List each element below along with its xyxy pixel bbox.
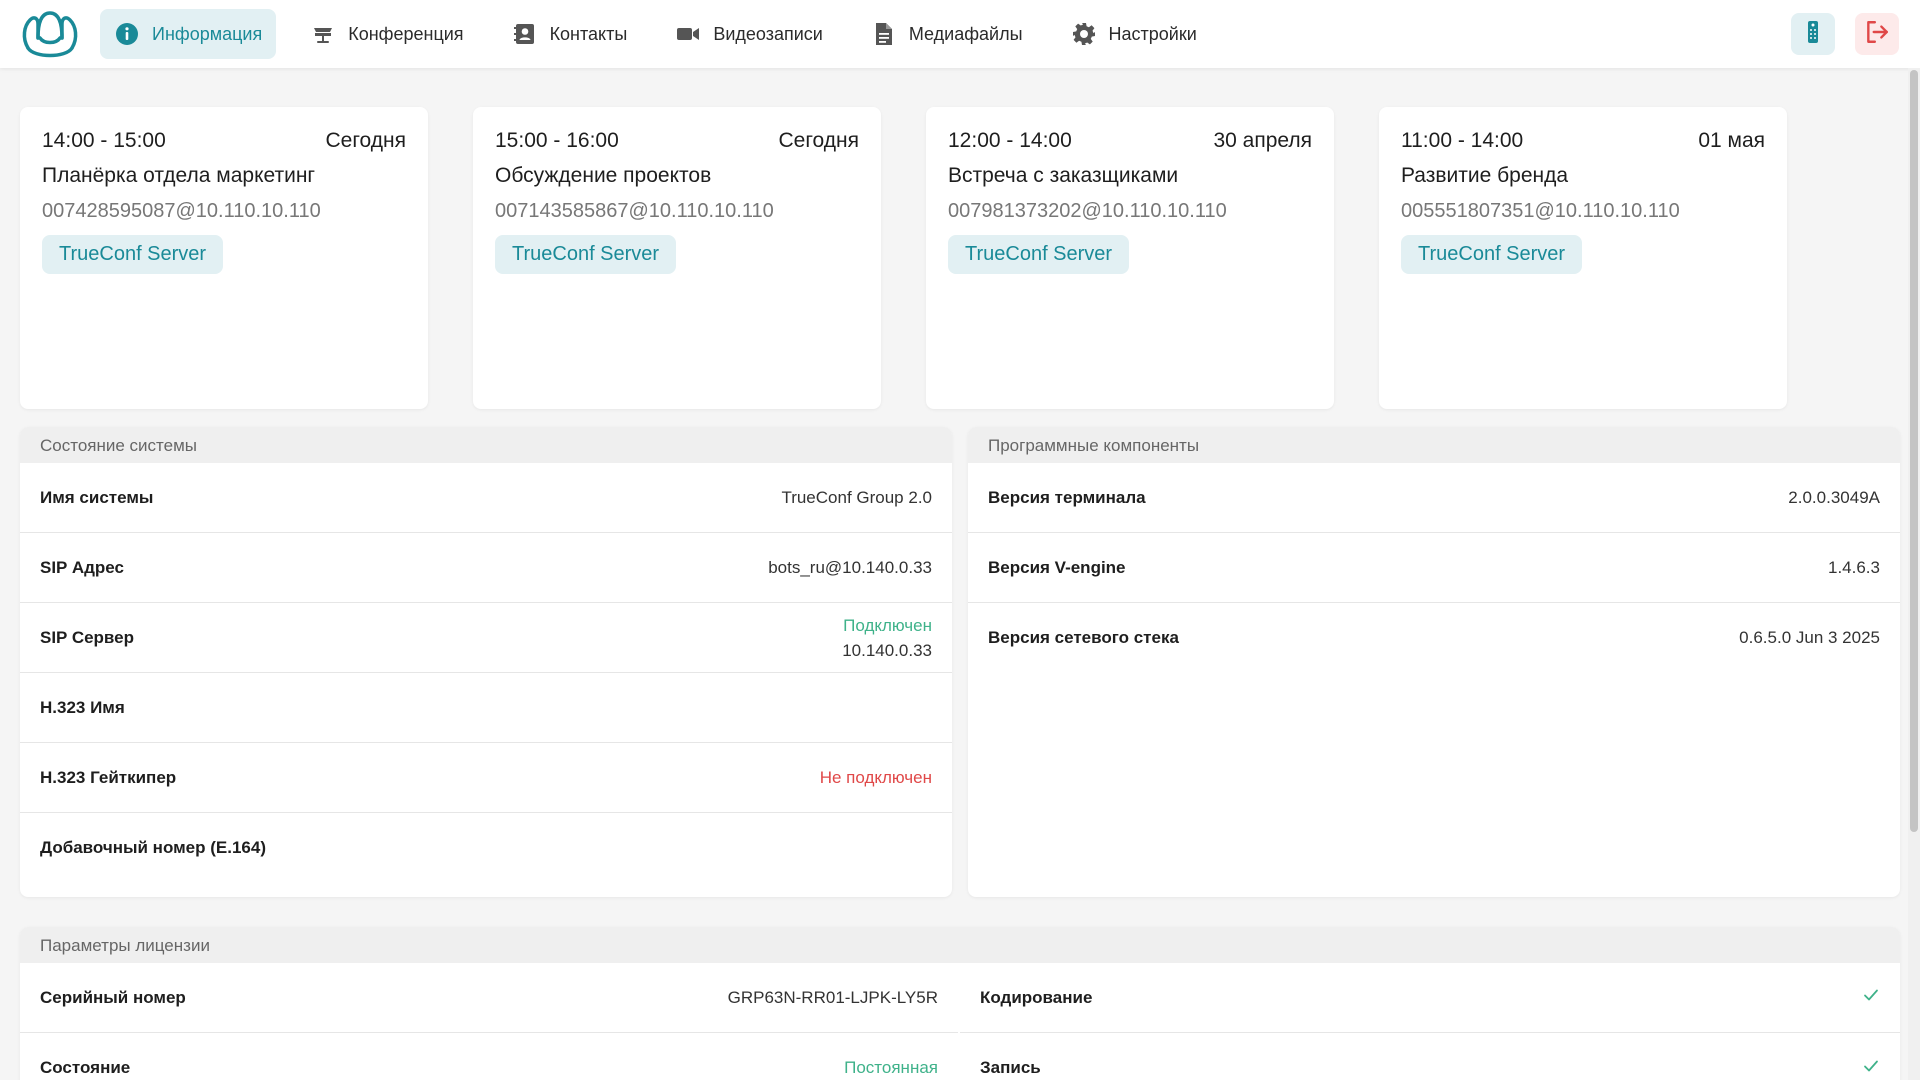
conference-icon xyxy=(310,21,336,47)
conference-card[interactable]: 15:00 - 16:00 Сегодня Обсуждение проекто… xyxy=(473,107,881,409)
panel-header: Состояние системы xyxy=(20,427,952,463)
conference-card[interactable]: 14:00 - 15:00 Сегодня Планёрка отдела ма… xyxy=(20,107,428,409)
info-row: SIP Адрес bots_ru@10.140.0.33 xyxy=(20,533,952,603)
server-badge[interactable]: TrueConf Server xyxy=(948,235,1130,274)
tab-information-label: Информация xyxy=(152,23,263,44)
row-value: 1.4.6.3 xyxy=(1828,557,1880,577)
conference-title: Развитие бренда xyxy=(1401,164,1569,187)
license-left-column: Серийный номер GRP63N-RR01-LJPK-LY5R Сос… xyxy=(20,963,960,1080)
conference-id: 007143585867@10.110.10.110 xyxy=(495,200,774,222)
tab-contacts[interactable]: Контакты xyxy=(498,9,642,59)
checkmark-icon xyxy=(1862,986,1880,1009)
row-label: Версия V-engine xyxy=(988,557,1126,577)
conference-date: Сегодня xyxy=(325,129,406,152)
conference-date: Сегодня xyxy=(778,129,859,152)
tab-contacts-label: Контакты xyxy=(549,23,628,44)
logout-icon xyxy=(1864,19,1890,50)
main-nav: Информация Конференция Контакты Видеозап… xyxy=(100,9,1231,59)
tab-settings[interactable]: Настройки xyxy=(1057,9,1211,59)
conference-time: 11:00 - 14:00 xyxy=(1401,129,1524,152)
row-value: bots_ru@10.140.0.33 xyxy=(768,557,932,577)
row-value: 2.0.0.3049A xyxy=(1788,487,1880,507)
tab-media-files[interactable]: Медиафайлы xyxy=(857,9,1037,59)
row-label: Кодирование xyxy=(980,987,1093,1007)
tab-settings-label: Настройки xyxy=(1108,23,1197,44)
row-value: 0.6.5.0 Jun 3 2025 xyxy=(1739,628,1880,647)
connection-status: Подключен xyxy=(843,615,932,635)
conference-time: 12:00 - 14:00 xyxy=(948,129,1072,152)
row-label: H.323 Имя xyxy=(40,697,125,717)
info-row: SIP Сервер Подключен 10.140.0.33 xyxy=(20,603,952,673)
info-row: H.323 Имя xyxy=(20,673,952,743)
sip-server-value: Подключен 10.140.0.33 xyxy=(842,613,932,663)
connection-status: Не подключен xyxy=(819,767,932,787)
license-panel: Параметры лицензии Серийный номер GRP63N… xyxy=(20,927,1900,1080)
contacts-icon xyxy=(512,21,538,47)
license-status: Постоянная xyxy=(844,1058,938,1077)
tab-media-files-label: Медиафайлы xyxy=(908,23,1023,44)
logout-button[interactable] xyxy=(1855,13,1899,55)
panel-header: Параметры лицензии xyxy=(20,927,1900,963)
row-label: H.323 Гейткипер xyxy=(40,767,177,787)
server-badge[interactable]: TrueConf Server xyxy=(495,235,677,274)
vertical-scrollbar[interactable] xyxy=(1908,68,1920,1080)
server-badge[interactable]: TrueConf Server xyxy=(42,235,224,274)
remote-control-button[interactable] xyxy=(1791,13,1835,55)
conference-id: 007981373202@10.110.10.110 xyxy=(948,200,1227,222)
info-icon xyxy=(114,21,140,47)
info-row: Добавочный номер (E.164) xyxy=(20,813,952,883)
remote-control-icon xyxy=(1801,20,1825,49)
info-row: Серийный номер GRP63N-RR01-LJPK-LY5R xyxy=(20,963,958,1033)
panel-header: Программные компоненты xyxy=(968,427,1900,463)
row-label: Серийный номер xyxy=(40,987,186,1007)
checkmark-icon xyxy=(1862,1057,1880,1080)
row-label: Версия сетевого стека xyxy=(988,628,1179,647)
info-row: Имя системы TrueConf Group 2.0 xyxy=(20,463,952,533)
info-row: Запись xyxy=(960,1033,1900,1080)
document-icon xyxy=(871,21,897,47)
row-label: Имя системы xyxy=(40,487,154,507)
info-row: Кодирование xyxy=(960,963,1900,1033)
conference-id: 007428595087@10.110.10.110 xyxy=(42,200,321,222)
conference-date: 30 апреля xyxy=(1213,129,1312,152)
license-right-column: Кодирование Запись xyxy=(960,963,1900,1080)
info-row: H.323 Гейткипер Не подключен xyxy=(20,743,952,813)
row-label: Состояние xyxy=(40,1058,131,1077)
scrollbar-thumb[interactable] xyxy=(1910,70,1918,832)
tab-conference-label: Конференция xyxy=(348,23,464,44)
info-row: Версия V-engine 1.4.6.3 xyxy=(968,533,1900,603)
system-state-panel: Состояние системы Имя системы TrueConf G… xyxy=(20,427,952,897)
info-row: Состояние Постоянная xyxy=(20,1033,958,1080)
gear-icon xyxy=(1071,21,1097,47)
conference-time: 14:00 - 15:00 xyxy=(42,129,166,152)
conference-card[interactable]: 11:00 - 14:00 01 мая Развитие бренда 005… xyxy=(1379,107,1787,409)
row-label: SIP Адрес xyxy=(40,557,124,577)
video-camera-icon xyxy=(675,21,701,47)
info-row: Версия сетевого стека 0.6.5.0 Jun 3 2025 xyxy=(968,603,1900,673)
conference-id: 005551807351@10.110.10.110 xyxy=(1401,200,1680,222)
top-navigation-bar: Информация Конференция Контакты Видеозап… xyxy=(0,0,1920,68)
row-value: TrueConf Group 2.0 xyxy=(781,487,932,507)
tab-recordings-label: Видеозаписи xyxy=(713,23,823,44)
info-row: Версия терминала 2.0.0.3049A xyxy=(968,463,1900,533)
conference-time: 15:00 - 16:00 xyxy=(495,129,619,152)
server-badge[interactable]: TrueConf Server xyxy=(1401,235,1583,274)
conference-date: 01 мая xyxy=(1698,129,1765,152)
row-label: Версия терминала xyxy=(988,487,1146,507)
conference-title: Встреча с заказщиками xyxy=(948,164,1179,187)
conference-card[interactable]: 12:00 - 14:00 30 апреля Встреча с заказщ… xyxy=(926,107,1334,409)
row-label: Запись xyxy=(980,1058,1041,1077)
row-label: Добавочный номер (E.164) xyxy=(40,838,266,857)
software-components-panel: Программные компоненты Версия терминала … xyxy=(968,427,1900,897)
conference-title: Планёрка отдела маркетинг xyxy=(42,164,316,187)
tab-information[interactable]: Информация xyxy=(100,9,277,59)
trueconf-logo-icon[interactable] xyxy=(18,8,82,60)
tab-recordings[interactable]: Видеозаписи xyxy=(661,9,837,59)
row-value: 10.140.0.33 xyxy=(842,640,932,660)
serial-number: GRP63N-RR01-LJPK-LY5R xyxy=(727,987,938,1007)
tab-conference[interactable]: Конференция xyxy=(296,9,477,59)
conference-title: Обсуждение проектов xyxy=(495,164,712,187)
row-label: SIP Сервер xyxy=(40,627,134,647)
